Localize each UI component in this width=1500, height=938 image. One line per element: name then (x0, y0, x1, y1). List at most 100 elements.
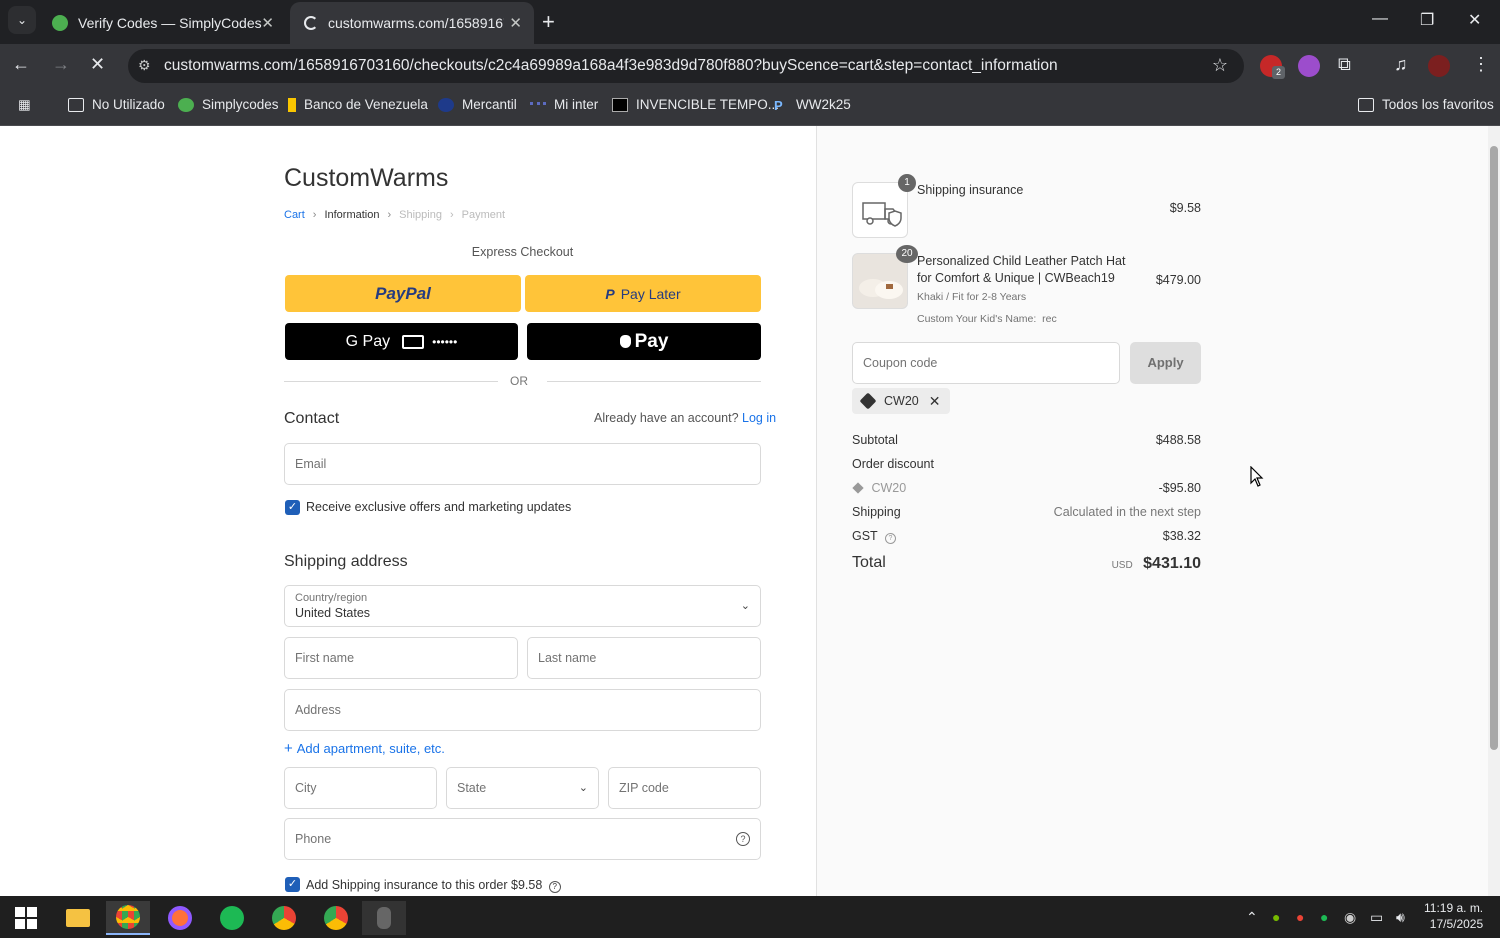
chrome-profile-2-icon[interactable] (314, 901, 358, 935)
apps-grid-icon[interactable]: ▦ (18, 97, 31, 113)
address-bar[interactable]: ⚙ customwarms.com/1658916703160/checkout… (128, 49, 1244, 83)
apple-pay-button[interactable]: Pay (527, 323, 761, 360)
all-bookmarks[interactable]: Todos los favoritos (1358, 97, 1494, 112)
state-select[interactable]: ⌄ (446, 767, 599, 809)
bookmark-banco-venezuela[interactable]: Banco de Venezuela (288, 97, 428, 112)
offers-checkbox[interactable]: ✓ (285, 500, 300, 515)
bookmark-mercantil[interactable]: Mercantil (438, 97, 517, 112)
close-tab-icon[interactable]: ✕ (509, 14, 522, 32)
add-apartment-link[interactable]: + Add apartment, suite, etc. (284, 740, 445, 757)
bookmark-ww2k25[interactable]: P WW2k25 (774, 97, 851, 113)
paypal-button[interactable]: PayPal (285, 275, 521, 312)
quantity-badge: 1 (898, 174, 916, 192)
coupon-field[interactable] (852, 342, 1120, 384)
zip-field[interactable] (608, 767, 761, 809)
spotify-icon[interactable] (210, 901, 254, 935)
tray-volume-icon[interactable]: 🔊︎ (1396, 909, 1405, 926)
email-field[interactable] (284, 443, 761, 485)
back-icon[interactable]: ← (12, 54, 30, 75)
order-discount-row: Order discount (852, 457, 1201, 471)
gst-info-icon[interactable]: ? (884, 533, 896, 544)
last-name-input[interactable] (528, 638, 760, 678)
bookmark-mi-inter[interactable]: Mi inter (530, 97, 598, 112)
windows-start-icon[interactable] (4, 901, 48, 935)
tab-search-button[interactable]: ⌄ (8, 6, 36, 34)
total-value: $431.10 (1143, 555, 1201, 572)
system-clock[interactable]: 11:19 a. m. 17/5/2025 (1424, 900, 1483, 932)
close-tab-icon[interactable]: ✕ (261, 14, 274, 32)
coupon-input[interactable] (853, 343, 1119, 383)
last-name-field[interactable] (527, 637, 761, 679)
tray-nvidia-icon[interactable]: ● (1272, 909, 1280, 925)
pay-later-button[interactable]: P Pay Later (525, 275, 761, 312)
google-pay-button[interactable]: G Pay •••••• (285, 323, 518, 360)
plus-icon: + (284, 740, 293, 757)
state-input[interactable] (447, 768, 598, 808)
extensions-puzzle-icon[interactable]: ⧉ (1338, 54, 1351, 75)
breadcrumb-cart[interactable]: Cart (284, 209, 305, 221)
apple-logo-icon (619, 335, 631, 348)
checkout-page: CustomWarms Cart › Information › Shipping ›… (0, 126, 1488, 896)
chrome-menu-icon[interactable]: ⋮ (1472, 54, 1490, 75)
page-scrollbar[interactable] (1488, 126, 1500, 896)
mouse-cursor-icon (1250, 466, 1264, 487)
chrome-taskbar-icon[interactable] (106, 901, 150, 935)
media-control-icon[interactable]: ♫ (1394, 54, 1408, 75)
country-select[interactable]: Country/region United States ⌄ (284, 585, 761, 627)
profile-avatar[interactable] (1428, 55, 1450, 77)
item-custom-name: Custom Your Kid's Name: rec (917, 313, 1057, 325)
bookmark-star-icon[interactable]: ☆ (1212, 55, 1228, 76)
city-field[interactable] (284, 767, 437, 809)
stop-loading-icon[interactable]: ✕ (90, 54, 105, 75)
tab-simplycodes[interactable]: Verify Codes — SimplyCodes ✕ (40, 2, 286, 44)
breadcrumb: Cart › Information › Shipping › Payment (284, 209, 505, 221)
tray-chrome-icon[interactable]: ● (1296, 909, 1304, 925)
site-info-icon[interactable]: ⚙ (138, 57, 151, 74)
close-window-icon[interactable]: ✕ (1468, 10, 1481, 30)
zip-input[interactable] (609, 768, 760, 808)
phone-input[interactable] (285, 819, 760, 859)
tray-discord-icon[interactable]: ◉ (1344, 909, 1356, 926)
hat-icon (859, 279, 903, 299)
email-input[interactable] (285, 444, 760, 484)
address-input[interactable] (285, 690, 760, 730)
tray-network-icon[interactable]: ▭ (1370, 909, 1383, 926)
first-name-field[interactable] (284, 637, 518, 679)
bookmark-simplycodes[interactable]: Simplycodes (178, 97, 279, 112)
account-prompt: Already have an account? Log in (594, 411, 777, 425)
minimize-icon[interactable]: — (1372, 10, 1388, 28)
tab-checkout[interactable]: customwarms.com/165891670 ✕ (290, 2, 534, 44)
phone-field[interactable]: ? (284, 818, 761, 860)
bookmark-invencible[interactable]: INVENCIBLE TEMPO... (612, 97, 779, 112)
tray-overflow-icon[interactable]: ⌃ (1246, 909, 1258, 926)
login-link[interactable]: Log in (742, 411, 776, 425)
subtotal-row: Subtotal $488.58 (852, 433, 1201, 447)
remove-coupon-icon[interactable]: ✕ (929, 393, 941, 410)
new-tab-button[interactable]: + (542, 9, 555, 35)
extension-simplycodes-icon[interactable] (1298, 55, 1320, 77)
paypal-p-icon: P (605, 285, 615, 302)
chrome-profile-icon[interactable] (262, 901, 306, 935)
first-name-input[interactable] (285, 638, 517, 678)
info-icon[interactable]: ? (548, 881, 561, 893)
scrollbar-thumb[interactable] (1490, 146, 1498, 750)
gst-value: $38.32 (1162, 529, 1201, 543)
restore-icon[interactable]: ❐ (1420, 10, 1434, 30)
city-input[interactable] (285, 768, 436, 808)
tray-spotify-icon[interactable]: ● (1320, 909, 1328, 925)
breadcrumb-shipping: Shipping (399, 209, 442, 221)
firefox-icon[interactable] (158, 901, 202, 935)
help-icon[interactable]: ? (736, 832, 750, 846)
inter-icon (530, 101, 546, 108)
app-icon[interactable] (362, 901, 406, 935)
simplycodes-favicon-icon (52, 15, 68, 31)
clock-time: 11:19 a. m. (1424, 901, 1484, 915)
file-explorer-icon[interactable] (56, 901, 100, 935)
store-name[interactable]: CustomWarms (284, 164, 448, 193)
address-field[interactable] (284, 689, 761, 731)
forward-icon[interactable]: → (52, 54, 70, 75)
apply-coupon-button[interactable]: Apply (1130, 342, 1201, 384)
insurance-checkbox[interactable]: ✓ (285, 877, 300, 892)
url-text[interactable]: customwarms.com/1658916703160/checkouts/… (164, 57, 1058, 75)
bookmark-no-utilizado[interactable]: No Utilizado (68, 97, 165, 112)
